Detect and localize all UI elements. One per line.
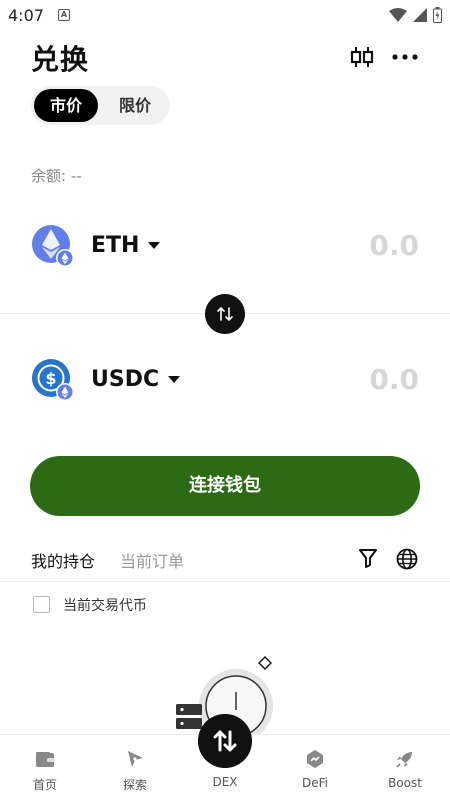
current-pair-checkbox[interactable]: [33, 596, 50, 613]
nav-home-label: 首页: [32, 778, 57, 792]
battery-icon: [433, 7, 442, 23]
usdc-token-icon[interactable]: $: [31, 358, 75, 402]
rocket-icon: [396, 752, 412, 768]
globe-icon[interactable]: [396, 548, 418, 570]
limit-order-tab[interactable]: 限价: [103, 89, 167, 122]
to-amount-input[interactable]: 0.0: [369, 363, 419, 396]
to-token-row: $ USDC 0.0: [0, 358, 450, 408]
nav-dex-label[interactable]: DEX: [190, 775, 260, 789]
connect-wallet-button[interactable]: 连接钱包: [30, 456, 420, 516]
nav-home[interactable]: 首页: [10, 735, 80, 801]
nav-defi-label: DeFi: [302, 776, 328, 790]
status-bar: 4:07 A: [0, 0, 450, 32]
tab-current-orders[interactable]: 当前订单: [120, 548, 184, 572]
from-token-symbol[interactable]: ETH: [91, 233, 139, 258]
status-time: 4:07: [8, 6, 44, 25]
nav-explore[interactable]: 探索: [100, 735, 170, 801]
wallet-icon: [36, 752, 54, 767]
swap-direction-icon[interactable]: [205, 294, 245, 334]
from-token-dropdown-icon[interactable]: [148, 242, 160, 249]
filter-icon[interactable]: [358, 548, 378, 568]
nav-explore-label: 探索: [122, 778, 147, 792]
nav-boost[interactable]: Boost: [370, 735, 440, 801]
tab-my-holdings[interactable]: 我的持仓: [31, 548, 95, 572]
nav-defi[interactable]: DeFi: [280, 735, 350, 801]
order-type-toggle: 市价 限价: [31, 86, 170, 125]
notification-a-icon: A: [58, 9, 70, 21]
dex-swap-icon[interactable]: [198, 714, 252, 768]
wifi-icon: [389, 8, 407, 22]
current-pair-label: 当前交易代币: [63, 598, 147, 614]
nav-boost-label: Boost: [388, 776, 422, 790]
svg-text:$: $: [45, 369, 56, 388]
more-options-icon[interactable]: [390, 44, 420, 70]
from-amount-input[interactable]: 0.0: [369, 229, 419, 262]
from-token-row: ETH 0.0: [0, 224, 450, 274]
page-title: 兑换: [31, 43, 90, 76]
balance-label: 余额: --: [31, 167, 82, 185]
candlestick-chart-icon[interactable]: [349, 44, 375, 70]
signal-icon: [413, 8, 427, 22]
defi-icon: [307, 750, 323, 768]
header: 兑换: [0, 32, 450, 82]
status-icons: [389, 7, 442, 23]
to-token-dropdown-icon[interactable]: [168, 376, 180, 383]
market-order-tab[interactable]: 市价: [34, 89, 98, 122]
tabs-divider: [0, 581, 450, 582]
compass-icon: [128, 751, 143, 767]
eth-token-icon[interactable]: [31, 224, 75, 268]
to-token-symbol[interactable]: USDC: [91, 367, 159, 392]
